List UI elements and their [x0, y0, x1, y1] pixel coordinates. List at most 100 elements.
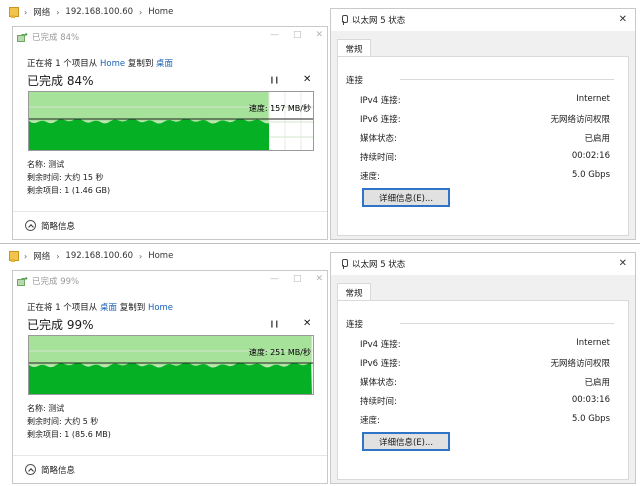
status-row: IPv6 连接: 无网络访问权限 [360, 113, 610, 125]
copy-progress-dialog: 已完成 99% — □ ✕ 正在将 1 个项目从 桌面 复制到 Home 已完成… [12, 270, 328, 484]
status-row: IPv4 连接: Internet [360, 338, 610, 350]
row-value: 已启用 [584, 378, 610, 388]
throughput-area [29, 118, 269, 150]
breadcrumb-network[interactable]: 网络 [33, 250, 50, 262]
row-value: Internet [576, 338, 610, 348]
destination-link[interactable]: 桌面 [156, 59, 173, 69]
less-details-label: 简略信息 [41, 221, 76, 232]
close-icon[interactable]: ✕ [315, 274, 323, 284]
status-row: 持续时间: 00:02:16 [360, 151, 610, 163]
row-label: IPv4 连接: [360, 340, 401, 350]
status-row: 持续时间: 00:03:16 [360, 395, 610, 407]
pause-icon[interactable]: ❙❙ [269, 320, 280, 328]
explorer-window: › 网络 › 192.168.100.60 › Home 已完成 99% — □… [0, 244, 332, 484]
row-label: 媒体状态: [360, 134, 397, 144]
row-value: 00:03:16 [571, 395, 610, 405]
copy-icon [17, 30, 28, 42]
general-tab-body: 连接 IPv4 连接: Internet IPv6 连接: 无网络访问权限 媒体状态… [337, 300, 629, 480]
row-label: 持续时间: [360, 397, 397, 407]
row-value: 无网络访问权限 [550, 115, 610, 125]
breadcrumb-network[interactable]: 网络 [33, 6, 50, 18]
status-row: 速度: 5.0 Gbps [360, 414, 610, 426]
speed-label: 速度: 157 MB/秒 [248, 104, 311, 113]
minimize-icon[interactable]: — [270, 30, 279, 40]
breadcrumb-host[interactable]: 192.168.100.60 [65, 251, 133, 261]
less-details-button[interactable]: 简略信息 [13, 455, 327, 483]
ethernet-status-dialog: 以太网 5 状态 ✕ 常规 连接 IPv4 连接: Internet IPv6 连… [330, 8, 636, 240]
less-details-label: 简略信息 [41, 465, 76, 476]
speed-graph-svg [29, 336, 313, 394]
copy-icon [17, 274, 28, 286]
copy-description: 正在将 1 个项目从 桌面 复制到 Home [27, 301, 173, 313]
section-divider [400, 323, 614, 324]
tab-general[interactable]: 常规 [337, 283, 371, 301]
connection-section-label: 连接 [346, 320, 364, 330]
minimize-icon[interactable]: — [270, 274, 279, 284]
maximize-icon[interactable]: □ [293, 274, 302, 284]
breadcrumb-folder[interactable]: Home [148, 7, 173, 17]
transfer-details: 名称: 测试 剩余时间: 大约 15 秒 剩余项目: 1 (1.46 GB) [27, 158, 110, 197]
breadcrumb-folder[interactable]: Home [148, 251, 173, 261]
speed-graph: 速度: 251 MB/秒 [28, 335, 314, 395]
file-name: 名称: 测试 [27, 404, 65, 413]
folder-icon [8, 6, 19, 18]
close-icon[interactable]: ✕ [315, 30, 323, 40]
chevron-up-icon [25, 220, 36, 231]
source-link[interactable]: 桌面 [100, 303, 117, 313]
general-tab-body: 连接 IPv4 连接: Internet IPv6 连接: 无网络访问权限 媒体状态… [337, 56, 629, 236]
maximize-icon[interactable]: □ [293, 30, 302, 40]
row-label: 速度: [360, 416, 380, 426]
row-label: 速度: [360, 172, 380, 182]
chevron-right-icon: › [139, 7, 143, 17]
row-value: 已启用 [584, 134, 610, 144]
connection-section-label: 连接 [346, 76, 364, 86]
chevron-right-icon: › [24, 251, 28, 261]
items-remaining: 剩余项目: 1 (85.6 MB) [27, 430, 111, 439]
ethernet-titlebar: 以太网 5 状态 [331, 9, 635, 31]
cancel-icon[interactable]: ✕ [303, 318, 311, 329]
copy-desc-mid: 复制到 [117, 303, 148, 313]
copy-desc-prefix: 正在将 1 个项目从 [27, 303, 101, 313]
ethernet-status-dialog: 以太网 5 状态 ✕ 常规 连接 IPv4 连接: Internet IPv6 连… [330, 252, 636, 484]
speed-graph-svg [29, 92, 313, 150]
time-remaining: 剩余时间: 大约 5 秒 [27, 417, 99, 426]
status-row: IPv4 连接: Internet [360, 94, 610, 106]
copy-dialog-title: 已完成 99% [32, 277, 80, 287]
address-bar[interactable]: › 网络 › 192.168.100.60 › Home [0, 244, 332, 268]
time-remaining: 剩余时间: 大约 15 秒 [27, 173, 104, 182]
status-row: IPv6 连接: 无网络访问权限 [360, 357, 610, 369]
file-name: 名称: 测试 [27, 160, 65, 169]
copy-desc-mid: 复制到 [125, 59, 157, 69]
tab-general[interactable]: 常规 [337, 39, 371, 57]
close-icon[interactable]: ✕ [619, 258, 627, 269]
ethernet-title: 以太网 5 状态 [352, 16, 406, 26]
breadcrumb-host[interactable]: 192.168.100.60 [65, 7, 133, 17]
close-icon[interactable]: ✕ [619, 14, 627, 25]
ethernet-title: 以太网 5 状态 [352, 260, 406, 270]
address-bar[interactable]: › 网络 › 192.168.100.60 › Home [0, 0, 332, 24]
less-details-button[interactable]: 简略信息 [13, 211, 327, 239]
row-label: IPv4 连接: [360, 96, 401, 106]
row-value: 5.0 Gbps [571, 414, 610, 424]
network-plug-icon [341, 15, 348, 25]
panel-bottom: › 网络 › 192.168.100.60 › Home 已完成 99% — □… [0, 243, 640, 484]
source-link[interactable]: Home [100, 59, 125, 69]
explorer-window: › 网络 › 192.168.100.60 › Home 已完成 84% — □… [0, 0, 332, 240]
details-button[interactable]: 详细信息(E)... [362, 432, 450, 451]
pause-icon[interactable]: ❙❙ [269, 76, 280, 84]
percent-complete: 已完成 99% [27, 318, 94, 332]
chevron-right-icon: › [56, 7, 60, 17]
details-button[interactable]: 详细信息(E)... [362, 188, 450, 207]
window-controls: — □ ✕ [270, 30, 323, 40]
destination-link[interactable]: Home [148, 303, 173, 313]
network-plug-icon [341, 259, 348, 269]
speed-graph: 速度: 157 MB/秒 [28, 91, 314, 151]
chevron-right-icon: › [56, 251, 60, 261]
copy-dialog-title: 已完成 84% [32, 33, 80, 43]
row-value: 00:02:16 [571, 151, 610, 161]
chevron-right-icon: › [139, 251, 143, 261]
cancel-icon[interactable]: ✕ [303, 74, 311, 85]
speed-label: 速度: 251 MB/秒 [248, 348, 311, 357]
row-label: IPv6 连接: [360, 115, 401, 125]
copy-desc-prefix: 正在将 1 个项目从 [27, 59, 101, 69]
